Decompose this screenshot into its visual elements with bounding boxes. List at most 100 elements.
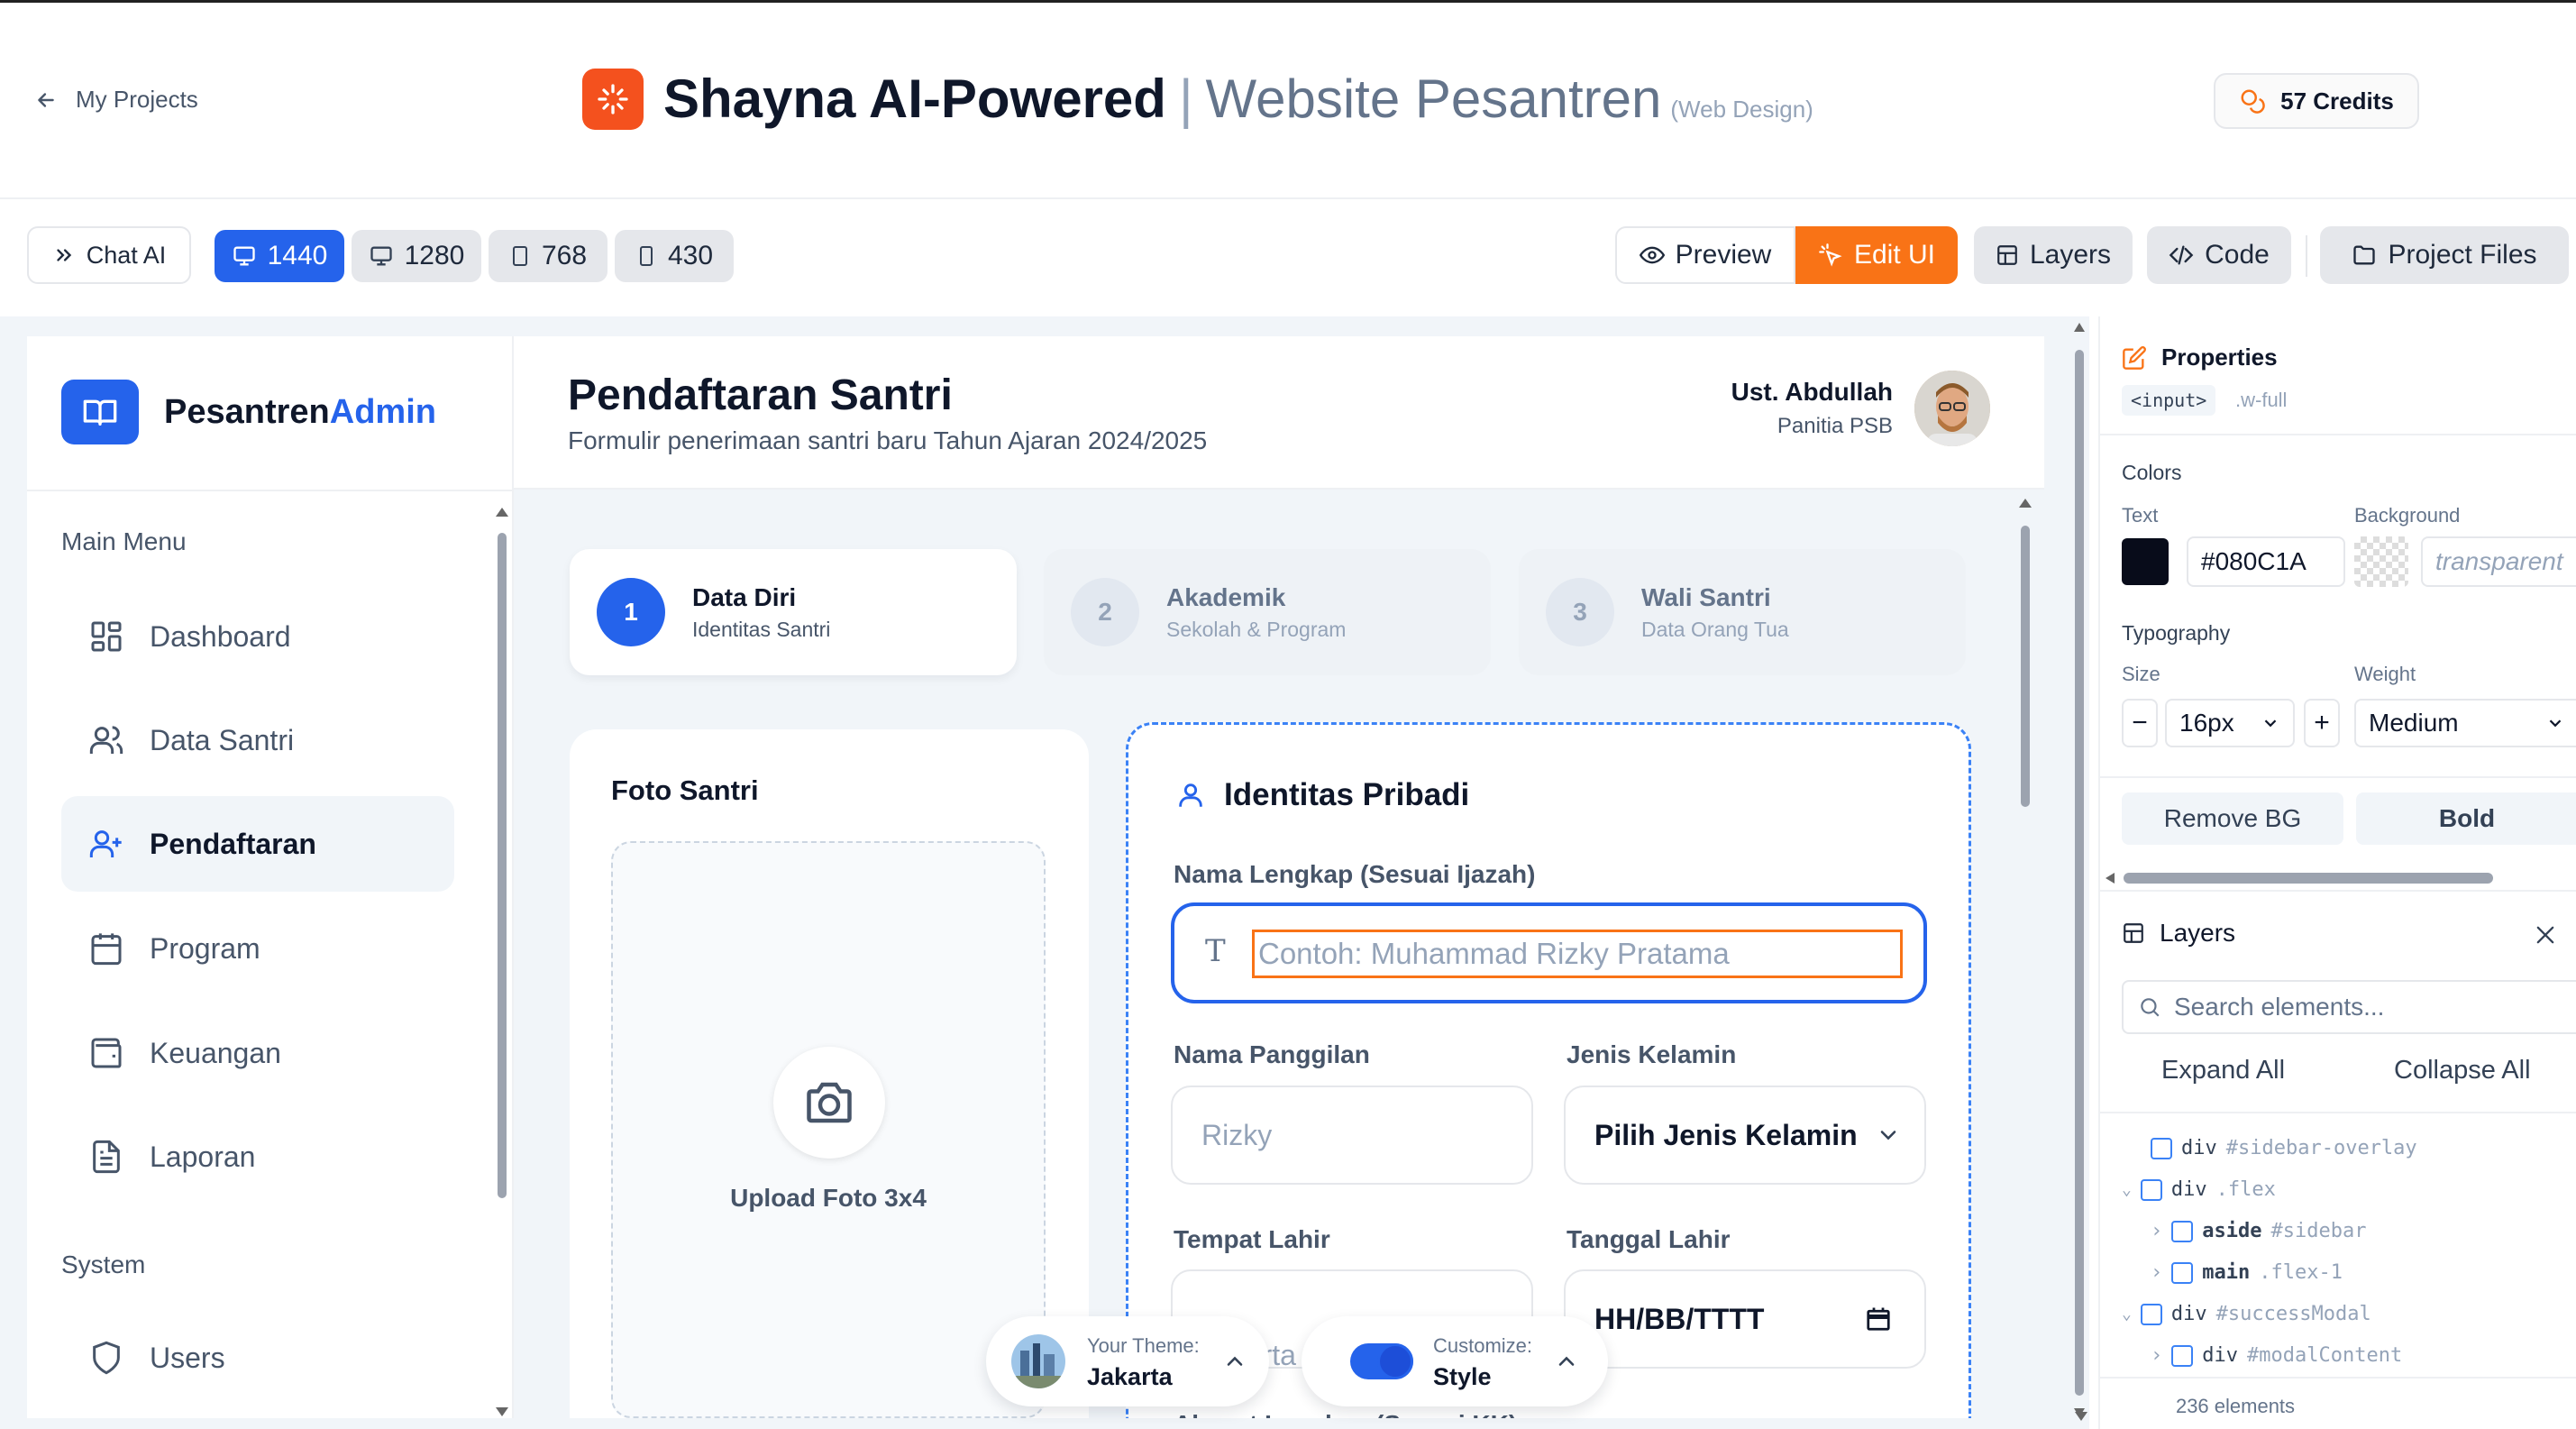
full-name-label: Nama Lengkap (Sesuai Ijazah) — [1174, 860, 1536, 888]
size-select[interactable]: 16px — [2165, 699, 2295, 747]
layer-checkbox[interactable] — [2140, 1303, 2162, 1325]
viewport-768-label: 768 — [541, 241, 588, 270]
app-brand[interactable]: PesantrenAdmin — [61, 380, 436, 444]
sidebar-item-pendaftaran[interactable]: Pendaftaran — [61, 796, 454, 892]
text-color-input[interactable]: #080C1A — [2187, 536, 2345, 587]
properties-hscrollbar[interactable] — [2106, 871, 2574, 885]
sidebar-item-users[interactable]: Users — [61, 1310, 454, 1406]
sidebar-item-program[interactable]: Program — [61, 901, 454, 996]
layer-node[interactable]: ⌄ div .flex — [2122, 1178, 2276, 1201]
chevron-down-icon — [1880, 1131, 1895, 1140]
user-name: Ust. Abdullah — [1731, 378, 1893, 406]
layers-search-input[interactable]: Search elements... — [2174, 993, 2384, 1021]
calendar-icon[interactable] — [1865, 1305, 1892, 1333]
layer-checkbox[interactable] — [2151, 1137, 2172, 1159]
content-scrollbar[interactable] — [2019, 499, 2032, 1418]
sidebar-item-data-santri[interactable]: Data Santri — [61, 692, 454, 788]
user-profile[interactable]: Ust. Abdullah Panitia PSB — [1731, 371, 1990, 446]
step-title: Wali Santri — [1641, 582, 1771, 611]
birthplace-label: Tempat Lahir — [1174, 1225, 1330, 1253]
expand-all-button[interactable]: Expand All — [2161, 1056, 2285, 1085]
birthdate-value: HH/BB/TTTT — [1594, 1302, 1765, 1335]
layers-button[interactable]: Layers — [1974, 226, 2133, 284]
viewport-1440-button[interactable]: 1440 — [215, 230, 344, 282]
nickname-input[interactable]: Rizky — [1171, 1085, 1533, 1185]
layer-node[interactable]: › div #modalContent — [2151, 1344, 2402, 1367]
layers-search[interactable]: Search elements... — [2122, 980, 2576, 1034]
chevron-down-icon[interactable]: ⌄ — [2122, 1180, 2132, 1199]
chevron-right-icon[interactable]: › — [2151, 1261, 2162, 1284]
remove-bg-button[interactable]: Remove BG — [2122, 792, 2343, 845]
background-input[interactable]: transparent — [2421, 536, 2576, 587]
project-files-button[interactable]: Project Files — [2320, 226, 2569, 284]
sidebar-item-laporan[interactable]: Laporan — [61, 1109, 454, 1205]
size-decrease-button[interactable]: − — [2122, 699, 2158, 747]
chevron-right-icon[interactable]: › — [2151, 1344, 2162, 1367]
avatar — [1914, 371, 1990, 446]
back-to-projects-link[interactable]: My Projects — [34, 86, 198, 114]
upload-label: Upload Foto 3x4 — [730, 1184, 927, 1212]
layer-node[interactable]: › main .flex-1 — [2151, 1261, 2343, 1284]
gender-select[interactable]: Pilih Jenis Kelamin — [1564, 1085, 1926, 1185]
book-icon — [61, 380, 139, 444]
gender-label: Jenis Kelamin — [1567, 1040, 1737, 1068]
sidebar-item-dashboard[interactable]: Dashboard — [61, 589, 454, 684]
user-role: Panitia PSB — [1777, 414, 1893, 438]
customize-style-switcher[interactable]: Customize: Style — [1302, 1316, 1608, 1406]
step-akademik[interactable]: 2 Akademik Sekolah & Program — [1044, 549, 1491, 675]
sidebar-scrollbar[interactable] — [496, 508, 508, 1418]
eye-icon — [1639, 246, 1665, 264]
brand-name: PesantrenAdmin — [164, 392, 436, 431]
viewport-768-button[interactable]: 768 — [489, 230, 607, 282]
credits-label: 57 Credits — [2280, 87, 2394, 115]
collapse-all-button[interactable]: Collapse All — [2394, 1056, 2531, 1085]
layer-node[interactable]: div #sidebar-overlay — [2151, 1137, 2417, 1159]
viewport-1280-button[interactable]: 1280 — [352, 230, 481, 282]
photo-upload-dropzone[interactable]: Upload Foto 3x4 — [611, 841, 1046, 1418]
bold-button[interactable]: Bold — [2356, 792, 2576, 845]
theme-switcher[interactable]: Your Theme: Jakarta — [986, 1316, 1269, 1406]
close-icon[interactable] — [2533, 922, 2558, 948]
panel-divider — [2100, 1112, 2576, 1113]
step-subtitle: Data Orang Tua — [1641, 617, 1789, 641]
code-button[interactable]: Code — [2147, 226, 2291, 284]
birthdate-input[interactable]: HH/BB/TTTT — [1564, 1269, 1926, 1369]
panel-splitter-scrollbar[interactable] — [2075, 323, 2087, 1423]
full-name-input[interactable]: Contoh: Muhammad Rizky Pratama — [1252, 930, 1903, 978]
preview-label: Preview — [1675, 240, 1772, 270]
size-value: 16px — [2179, 709, 2234, 737]
size-label: Size — [2122, 663, 2160, 685]
sidebar-item-label: Data Santri — [150, 723, 295, 756]
panel-divider — [2100, 776, 2576, 778]
layer-checkbox[interactable] — [2171, 1261, 2194, 1284]
edit-ui-button[interactable]: Edit UI — [1795, 226, 1958, 284]
step-number: 3 — [1546, 578, 1614, 646]
layer-node[interactable]: › aside #sidebar — [2151, 1220, 2366, 1242]
folder-icon — [2353, 245, 2376, 265]
size-increase-button[interactable]: + — [2304, 699, 2340, 747]
chat-ai-button[interactable]: Chat AI — [27, 226, 191, 284]
preview-button[interactable]: Preview — [1615, 226, 1795, 284]
credits-badge[interactable]: 57 Credits — [2214, 73, 2419, 129]
layers-count: 236 elements — [2175, 1395, 2296, 1417]
project-title: Shayna AI-Powered | Website Pesantren (W… — [582, 68, 1813, 130]
chevron-right-icon[interactable]: › — [2151, 1220, 2162, 1242]
viewport-430-button[interactable]: 430 — [615, 230, 734, 282]
chevron-down-icon[interactable]: ⌄ — [2122, 1305, 2132, 1324]
weight-select[interactable]: Medium — [2354, 699, 2576, 747]
text-color-swatch[interactable] — [2122, 538, 2169, 585]
layer-checkbox[interactable] — [2140, 1178, 2162, 1201]
user-icon — [1179, 783, 1202, 807]
form-card-header: Identitas Pribadi — [1175, 777, 1469, 813]
code-label: Code — [2205, 240, 2270, 270]
background-swatch[interactable] — [2354, 536, 2408, 587]
weight-label: Weight — [2354, 663, 2416, 685]
photo-card: Foto Santri Upload Foto 3x4 — [570, 729, 1089, 1418]
sidebar-item-keuangan[interactable]: Keuangan — [61, 1005, 454, 1101]
full-name-field[interactable]: T Contoh: Muhammad Rizky Pratama — [1171, 902, 1927, 1003]
step-wali-santri[interactable]: 3 Wali Santri Data Orang Tua — [1519, 549, 1966, 675]
layer-node[interactable]: ⌄ div #successModal — [2122, 1303, 2371, 1325]
step-data-diri[interactable]: 1 Data Diri Identitas Santri — [570, 549, 1017, 675]
layer-checkbox[interactable] — [2171, 1344, 2194, 1367]
layer-checkbox[interactable] — [2171, 1220, 2194, 1242]
